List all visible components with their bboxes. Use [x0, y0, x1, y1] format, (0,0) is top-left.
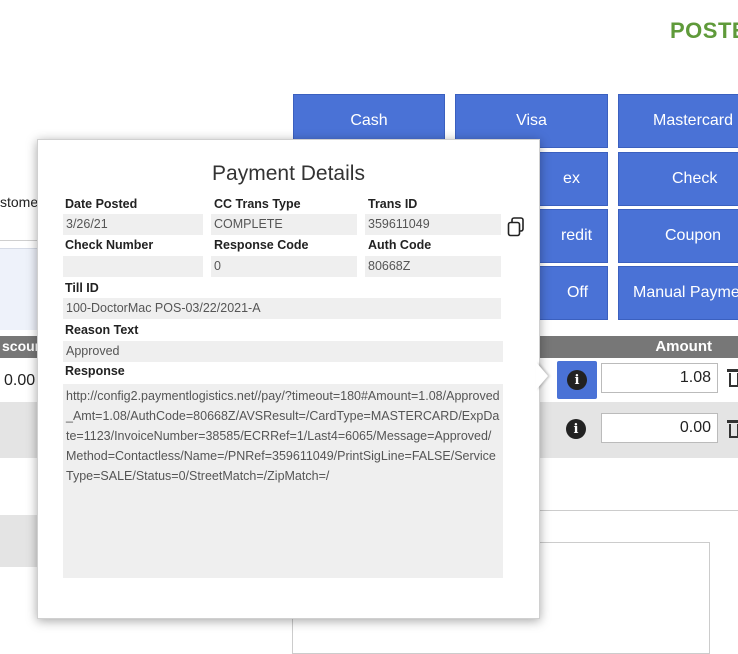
- trans-id-label: Trans ID: [368, 197, 418, 211]
- divider: [538, 510, 738, 511]
- response-code-label: Response Code: [214, 238, 309, 252]
- info-icon: i: [566, 419, 586, 439]
- info-button[interactable]: i: [566, 419, 586, 439]
- date-posted-value: 3/26/21: [63, 214, 203, 235]
- amount-input[interactable]: 0.00: [601, 413, 718, 443]
- table-row: [0, 402, 40, 458]
- write-off-button-label: Off: [566, 284, 589, 301]
- trash-icon[interactable]: [727, 420, 738, 438]
- till-id-value: 100-DoctorMac POS-03/22/2021-A: [63, 298, 501, 319]
- customer-field[interactable]: stome: [0, 186, 40, 241]
- page-title: POSTE: [670, 18, 738, 43]
- coupon-button[interactable]: Coupon: [618, 209, 738, 263]
- trash-icon[interactable]: [727, 369, 738, 387]
- date-posted-label: Date Posted: [65, 197, 138, 211]
- customer-info-pane: [0, 248, 40, 330]
- amount-column-header: Amount: [538, 336, 738, 358]
- discount-value: 0.00: [4, 372, 36, 389]
- popover-title: Payment Details: [212, 162, 365, 185]
- amount-input[interactable]: 1.08: [601, 363, 718, 393]
- discount-column-header: scoun: [0, 336, 40, 358]
- popover-arrow: [536, 362, 548, 390]
- cc-trans-type-value: COMPLETE: [211, 214, 357, 235]
- copy-icon[interactable]: [507, 217, 525, 237]
- payment-details-popover: Payment Details Date Posted CC Trans Typ…: [37, 139, 540, 619]
- response-code-value: 0: [211, 256, 357, 277]
- trans-id-value: 359611049: [365, 214, 501, 235]
- manual-payment-button[interactable]: Manual Payme: [618, 266, 738, 320]
- mastercard-button[interactable]: Mastercard: [618, 94, 738, 148]
- cc-trans-type-label: CC Trans Type: [214, 197, 301, 211]
- response-value: http://config2.paymentlogistics.net//pay…: [63, 384, 503, 578]
- table-row: [0, 515, 40, 567]
- response-label: Response: [65, 364, 125, 378]
- store-credit-button-label: redit: [560, 227, 593, 244]
- check-number-value: [63, 256, 203, 277]
- till-id-label: Till ID: [65, 281, 99, 295]
- check-number-label: Check Number: [65, 238, 154, 252]
- info-button[interactable]: i: [557, 361, 597, 399]
- reason-text-label: Reason Text: [65, 323, 139, 337]
- customer-label: stome: [0, 194, 39, 210]
- info-icon: i: [567, 370, 587, 390]
- amex-button-label: ex: [563, 170, 580, 187]
- check-button[interactable]: Check: [618, 152, 738, 206]
- reason-text-value: Approved: [63, 341, 503, 362]
- auth-code-label: Auth Code: [368, 238, 432, 252]
- auth-code-value: 80668Z: [365, 256, 501, 277]
